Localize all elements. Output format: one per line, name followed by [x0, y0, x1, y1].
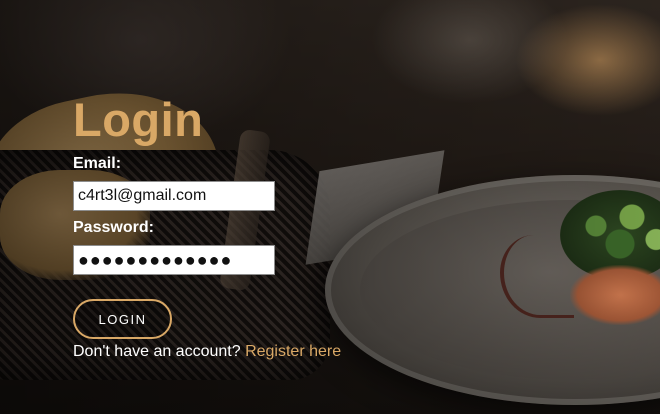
- password-field[interactable]: [73, 245, 275, 275]
- login-button[interactable]: LOGIN: [73, 299, 172, 339]
- email-label: Email:: [73, 155, 122, 172]
- email-field[interactable]: [73, 181, 275, 211]
- register-prompt-text: Don't have an account?: [73, 343, 241, 360]
- password-label: Password:: [73, 219, 154, 236]
- register-link[interactable]: Register here: [245, 343, 341, 360]
- page-title: Login: [73, 93, 204, 146]
- register-prompt: Don't have an account? Register here: [73, 342, 393, 362]
